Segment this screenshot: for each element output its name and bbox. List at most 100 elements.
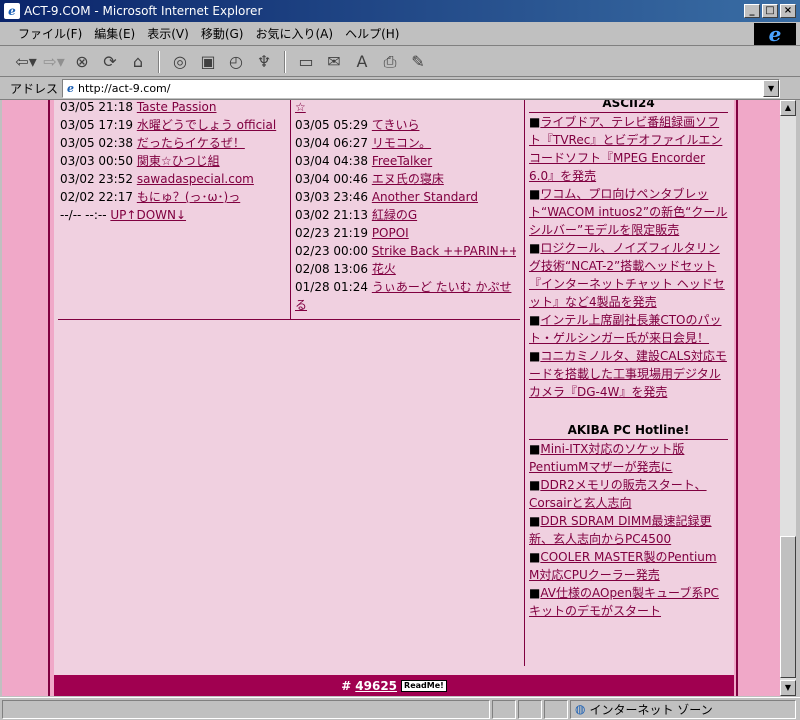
site-link[interactable]: 水曜どうでしょう official <box>137 118 276 132</box>
window-controls: _ □ × <box>744 4 796 18</box>
menu-favorites[interactable]: お気に入り(A) <box>249 25 339 42</box>
ascii24-heading: ASCII24 <box>529 100 728 113</box>
list-item: 03/05 21:18 Taste Passion <box>60 100 217 114</box>
stop-button[interactable]: ⊗ <box>70 50 94 74</box>
close-button[interactable]: × <box>780 4 796 18</box>
news-link[interactable]: インテル上席副社長兼CTOのパット・ゲルシンガー氏が来日会見！ <box>529 313 722 345</box>
site-link[interactable]: FreeTalker <box>372 154 432 168</box>
favorites-button[interactable]: ▣ <box>196 50 220 74</box>
menu-edit[interactable]: 編集(E) <box>88 25 141 42</box>
address-field[interactable]: e ▼ <box>62 79 781 98</box>
scroll-down-button[interactable]: ▼ <box>780 680 796 696</box>
news-link[interactable]: ライブドア、テレビ番組録画ソフト『TVRec』とビデオファイルエンコードソフト『… <box>529 115 722 183</box>
font-button[interactable]: A <box>350 50 374 74</box>
maximize-button[interactable]: □ <box>762 4 778 18</box>
edit-button[interactable]: ✎ <box>406 50 430 74</box>
site-link[interactable]: 紅緑のG <box>372 208 417 222</box>
vertical-scrollbar[interactable]: ▲ ▼ <box>780 100 796 696</box>
list-item: 03/03 23:46 Another Standard <box>295 190 479 204</box>
status-progress-cell <box>492 699 516 719</box>
toolbar: ⇦▾ ⇨▾ ⊗ ⟳ ⌂ ◎ ▣ ◴ ♆ ▭ ✉ A ⎙ ✎ <box>0 47 800 77</box>
updates-list-mid: ☆ 03/05 05:29 てきいら 03/04 06:27 リモコン。 03/… <box>290 100 516 320</box>
page-icon: e <box>67 82 75 95</box>
site-link[interactable]: sawadaspecial.com <box>137 172 254 186</box>
address-dropdown-button[interactable]: ▼ <box>763 80 780 97</box>
forward-button[interactable]: ⇨▾ <box>42 50 66 74</box>
zone-label: インターネット ゾーン <box>589 702 713 717</box>
menu-go[interactable]: 移動(G) <box>195 25 250 42</box>
news-link[interactable]: ワコム、プロ向けペンタブレット“WACOM intuos2”の新色“クールシルバ… <box>529 187 727 237</box>
news-link[interactable]: AV仕様のAOpen製キューブ系PCキットのデモがスタート <box>529 586 719 618</box>
site-link[interactable]: POPOI <box>372 226 409 240</box>
history-button[interactable]: ◴ <box>224 50 248 74</box>
readme-badge[interactable]: ReadMe! <box>401 679 447 692</box>
menu-file[interactable]: ファイル(F) <box>12 25 88 42</box>
news-link[interactable]: Mini-ITX対応のソケット版PentiumMマザーが発売に <box>529 442 684 474</box>
list-item: --/-- --:-- UP↑DOWN↓ <box>60 208 187 222</box>
page-body: 03/05 21:18 Taste Passion 03/05 17:19 水曜… <box>54 100 734 675</box>
list-item: 02/23 21:19 POPOI <box>295 226 409 240</box>
site-link[interactable]: もにゅ？(っ･ω･)っ <box>137 190 240 204</box>
home-button[interactable]: ⌂ <box>126 50 150 74</box>
news-item: ■DDR2メモリの販売スタート、Corsairと玄人志向 <box>529 478 707 510</box>
news-item: ■Mini-ITX対応のソケット版PentiumMマザーが発売に <box>529 442 685 474</box>
list-item: 03/02 23:52 sawadaspecial.com <box>60 172 254 186</box>
site-link[interactable]: る <box>295 298 307 312</box>
status-text-cell <box>2 699 490 719</box>
globe-icon: ◍ <box>575 702 586 716</box>
hash-label: # <box>341 678 352 693</box>
menu-view[interactable]: 表示(V) <box>141 25 195 42</box>
list-item: 03/02 21:13 紅緑のG <box>295 208 418 222</box>
news-link[interactable]: コニカミノルタ、建設CALS対応モードを搭載した工事現場用デジタルカメラ『DG-… <box>529 349 727 399</box>
news-link[interactable]: DDR SDRAM DIMM最速記録更新、玄人志向からPC4500 <box>529 514 712 546</box>
news-item: ■ロジクール、ノイズフィルタリング技術“NCAT-2”搭載ヘッドセット『インター… <box>529 241 725 309</box>
scroll-up-button[interactable]: ▲ <box>780 100 796 116</box>
mail-button[interactable]: ✉ <box>322 50 346 74</box>
list-item: 03/05 02:38 だったらイケるぜ！ <box>60 136 245 150</box>
site-link[interactable]: だったらイケるぜ！ <box>137 136 245 150</box>
refresh-button[interactable]: ⟳ <box>98 50 122 74</box>
list-item: 02/08 13:06 花火 <box>295 262 396 276</box>
minimize-button[interactable]: _ <box>744 4 760 18</box>
news-link[interactable]: ロジクール、ノイズフィルタリング技術“NCAT-2”搭載ヘッドセット『インターネ… <box>529 241 725 309</box>
list-item: ☆ <box>295 100 516 116</box>
search-button[interactable]: ◎ <box>168 50 192 74</box>
address-label: アドレス <box>10 82 59 96</box>
site-link[interactable]: 関東☆ひつじ組 <box>137 154 220 168</box>
list-item: 03/03 00:50 関東☆ひつじ組 <box>60 154 220 168</box>
list-item: 01/28 01:24 うぃあーど たいむ かぷせ <box>295 280 512 294</box>
news-link[interactable]: COOLER MASTER製のPentium M対応CPUクーラー発売 <box>529 550 717 582</box>
print-button[interactable]: ⎙ <box>378 50 402 74</box>
site-link[interactable]: ☆ <box>295 100 306 114</box>
scroll-thumb[interactable] <box>780 536 796 678</box>
site-link[interactable]: リモコン。 <box>372 136 431 150</box>
channels-button[interactable]: ♆ <box>252 50 276 74</box>
site-link[interactable]: エヌ氏の寝床 <box>372 172 444 186</box>
up-down-link[interactable]: UP↑DOWN↓ <box>110 208 186 222</box>
list-item: 02/02 22:17 もにゅ？(っ･ω･)っ <box>60 190 241 204</box>
site-link[interactable]: うぃあーど たいむ かぷせ <box>372 280 512 294</box>
site-link[interactable]: Strike Back ++PARIN++ <box>372 244 516 258</box>
menu-bar: ファイル(F) 編集(E) 表示(V) 移動(G) お気に入り(A) ヘルプ(H… <box>0 22 800 46</box>
status-offline-cell <box>544 699 568 719</box>
site-link[interactable]: Taste Passion <box>137 100 217 114</box>
address-input[interactable] <box>78 82 764 95</box>
address-bar: アドレス e ▼ <box>0 78 800 100</box>
list-item: 03/04 06:27 リモコン。 <box>295 136 432 150</box>
news-item: ■COOLER MASTER製のPentium M対応CPUクーラー発売 <box>529 550 717 582</box>
list-item: 03/04 04:38 FreeTalker <box>295 154 433 168</box>
toolbar-separator <box>284 50 286 73</box>
visitor-counter: 49625 <box>355 678 398 693</box>
site-link[interactable]: てきいら <box>372 118 420 132</box>
list-item: 03/05 17:19 水曜どうでしょう official <box>60 118 277 132</box>
fullscreen-button[interactable]: ▭ <box>294 50 318 74</box>
news-link[interactable]: DDR2メモリの販売スタート、Corsairと玄人志向 <box>529 478 707 510</box>
menu-help[interactable]: ヘルプ(H) <box>339 25 405 42</box>
back-button[interactable]: ⇦▾ <box>14 50 38 74</box>
site-link[interactable]: 花火 <box>372 262 396 276</box>
status-bar: ◍ インターネット ゾーン <box>0 697 800 720</box>
status-zone-cell: ◍ インターネット ゾーン <box>570 699 796 719</box>
toolbar-separator <box>158 50 160 73</box>
news-item: ■DDR SDRAM DIMM最速記録更新、玄人志向からPC4500 <box>529 514 712 546</box>
site-link[interactable]: Another Standard <box>372 190 478 204</box>
